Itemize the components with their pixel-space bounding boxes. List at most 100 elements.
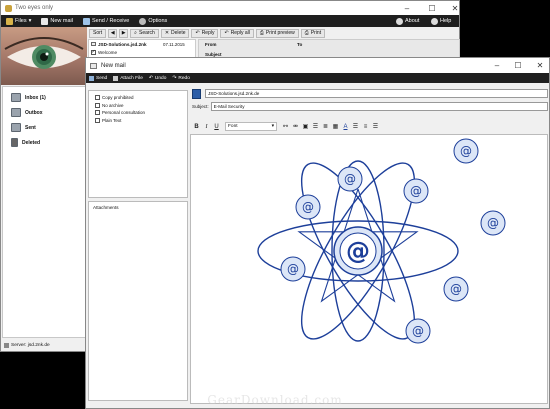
option-personal-consultation[interactable]: Personal consultation [95,109,181,117]
subject-field[interactable]: E-Mail Security [210,101,548,111]
message-date: 07.11.2015 [163,41,185,47]
font-dropdown-label: Font [228,124,238,129]
new-mail-minimize-button[interactable]: – [486,58,508,72]
email-security-graphic: @ @ @ @ @ @ @ @ @ [257,138,506,344]
maximize-button[interactable]: ☐ [421,1,443,15]
watermark: GearDownload.com [207,393,343,407]
menu-files[interactable]: Files ▾ [1,15,36,27]
menu-new-mail[interactable]: New mail [36,15,78,27]
main-titlebar: Two eyes only – ☐ ✕ [1,1,459,15]
delete-icon: ✕ [164,30,170,36]
print-button[interactable]: ⎙ Print [300,28,326,38]
print-preview-button[interactable]: ⎙ Print preview [255,28,299,38]
bold-button[interactable]: B [192,122,201,131]
close-button[interactable]: ✕ [444,1,466,15]
options-panel: Copy prohibited No archive Personal cons… [88,90,188,198]
folder-inbox[interactable]: Inbox (1) [3,90,86,105]
undo-icon: ↶ [148,75,153,81]
checkbox[interactable] [95,117,100,123]
option-plain-text[interactable]: Plain Text [95,117,181,125]
reply-icon: ↶ [195,30,200,36]
reply-all-button[interactable]: ↶ Reply all [220,28,254,38]
option-copy-prohibited[interactable]: Copy prohibited [95,94,181,102]
outbox-icon [11,108,21,117]
new-mail-close-button[interactable]: ✕ [529,58,550,72]
send-icon [89,75,94,81]
search-button[interactable]: ⌕ Search [130,28,159,38]
at-sign-glyph: @ [344,172,356,186]
attachments-label: Attachments [93,205,119,210]
gear-icon [139,17,147,25]
align-left-button[interactable]: ☰ [351,122,360,131]
at-sign-glyph: @ [412,324,424,338]
message-row[interactable]: JSD-Solutions.jsd.2nk 07.11.2015 [89,40,195,48]
new-mail-title: New mail [101,62,126,69]
folder-outbox[interactable]: Outbox [3,105,86,120]
subject-label: Subject: [192,103,209,109]
attach-file-tab[interactable]: Attach File [110,74,146,83]
italic-button[interactable]: I [202,122,211,131]
align-center-button[interactable]: ≡ [361,122,370,131]
menu-send-receive[interactable]: Send / Receive [78,15,134,27]
search-icon: ⌕ [134,30,137,36]
align-right-button[interactable]: ☰ [371,122,380,131]
mail-icon [91,42,96,46]
underline-button[interactable]: U [212,122,221,131]
numbered-list-button[interactable]: ≣ [321,122,330,131]
new-mail-maximize-button[interactable]: ☐ [507,58,529,72]
delete-button[interactable]: ✕ Delete [160,28,190,38]
folder-icon [6,17,13,25]
reply-all-icon: ↶ [224,30,229,36]
center-at-sign: @ [346,237,370,265]
from-label: From [205,42,217,47]
message-checkbox[interactable]: ✓ [91,49,96,55]
folder-deleted[interactable]: Deleted [3,135,86,150]
checkbox[interactable] [95,110,100,116]
reply-button[interactable]: ↶ Reply [191,28,219,38]
option-no-archive[interactable]: No archive [95,102,181,110]
server-icon [4,342,9,348]
message-subject-row[interactable]: ✓ Welcome [89,48,195,56]
main-toolbar: Sort ◀ ▶ ⌕ Search ✕ Delete ↶ Reply ↶ Reply a… [89,28,461,38]
paperclip-icon [113,75,119,81]
send-tab[interactable]: Send [86,74,110,83]
insert-image-button[interactable]: ▣ [301,122,310,131]
table-button[interactable]: ▦ [331,122,340,131]
server-status: Server: jsd.2nk.de [11,342,50,348]
main-title: Two eyes only [15,5,54,11]
undo-tab[interactable]: ↶ Undo [146,74,170,83]
next-button[interactable]: ▶ [119,28,129,38]
menu-about[interactable]: About [391,15,424,27]
attachments-panel[interactable]: Attachments [88,201,188,401]
contact-book-icon[interactable] [192,88,201,99]
message-sender: JSD-Solutions.jsd.2nk [98,41,147,47]
new-mail-window: New mail – ☐ ✕ Send Attach File ↶ Undo ↷ R… [85,57,550,409]
font-color-button[interactable]: A [341,122,350,131]
editor-body[interactable]: @ @ @ @ @ @ @ @ @ [190,134,548,404]
to-field[interactable]: JSD-Solutions.jsd.2nk.de [205,89,548,98]
unlink-button[interactable]: ⚮ [291,122,300,131]
chevron-down-icon: ▾ [28,18,32,24]
font-dropdown[interactable]: Font ▾ [225,122,277,131]
menu-help[interactable]: Help [426,15,456,27]
chevron-down-icon: ▾ [271,124,274,129]
main-menubar: Files ▾ New mail Send / Receive Options A… [1,15,459,27]
menu-options[interactable]: Options [134,15,172,27]
sort-button[interactable]: Sort [89,28,107,38]
bullet-list-button[interactable]: ☰ [311,122,320,131]
prev-button[interactable]: ◀ [108,28,118,38]
at-sign-glyph: @ [410,184,422,198]
folder-sent[interactable]: Sent [3,120,86,135]
link-button[interactable]: ⚯ [281,122,290,131]
status-bar: Server: jsd.2nk.de [1,339,87,351]
trash-icon [11,138,18,147]
to-label: To [297,42,303,47]
at-sign-glyph: @ [487,216,499,230]
redo-tab[interactable]: ↷ Redo [169,74,193,83]
checkbox[interactable] [95,95,100,101]
app-icon [5,4,12,12]
folder-tree: Inbox (1) Outbox Sent Deleted [2,86,87,338]
eye-image [4,37,84,69]
checkbox[interactable] [95,102,100,108]
minimize-button[interactable]: – [396,1,418,15]
